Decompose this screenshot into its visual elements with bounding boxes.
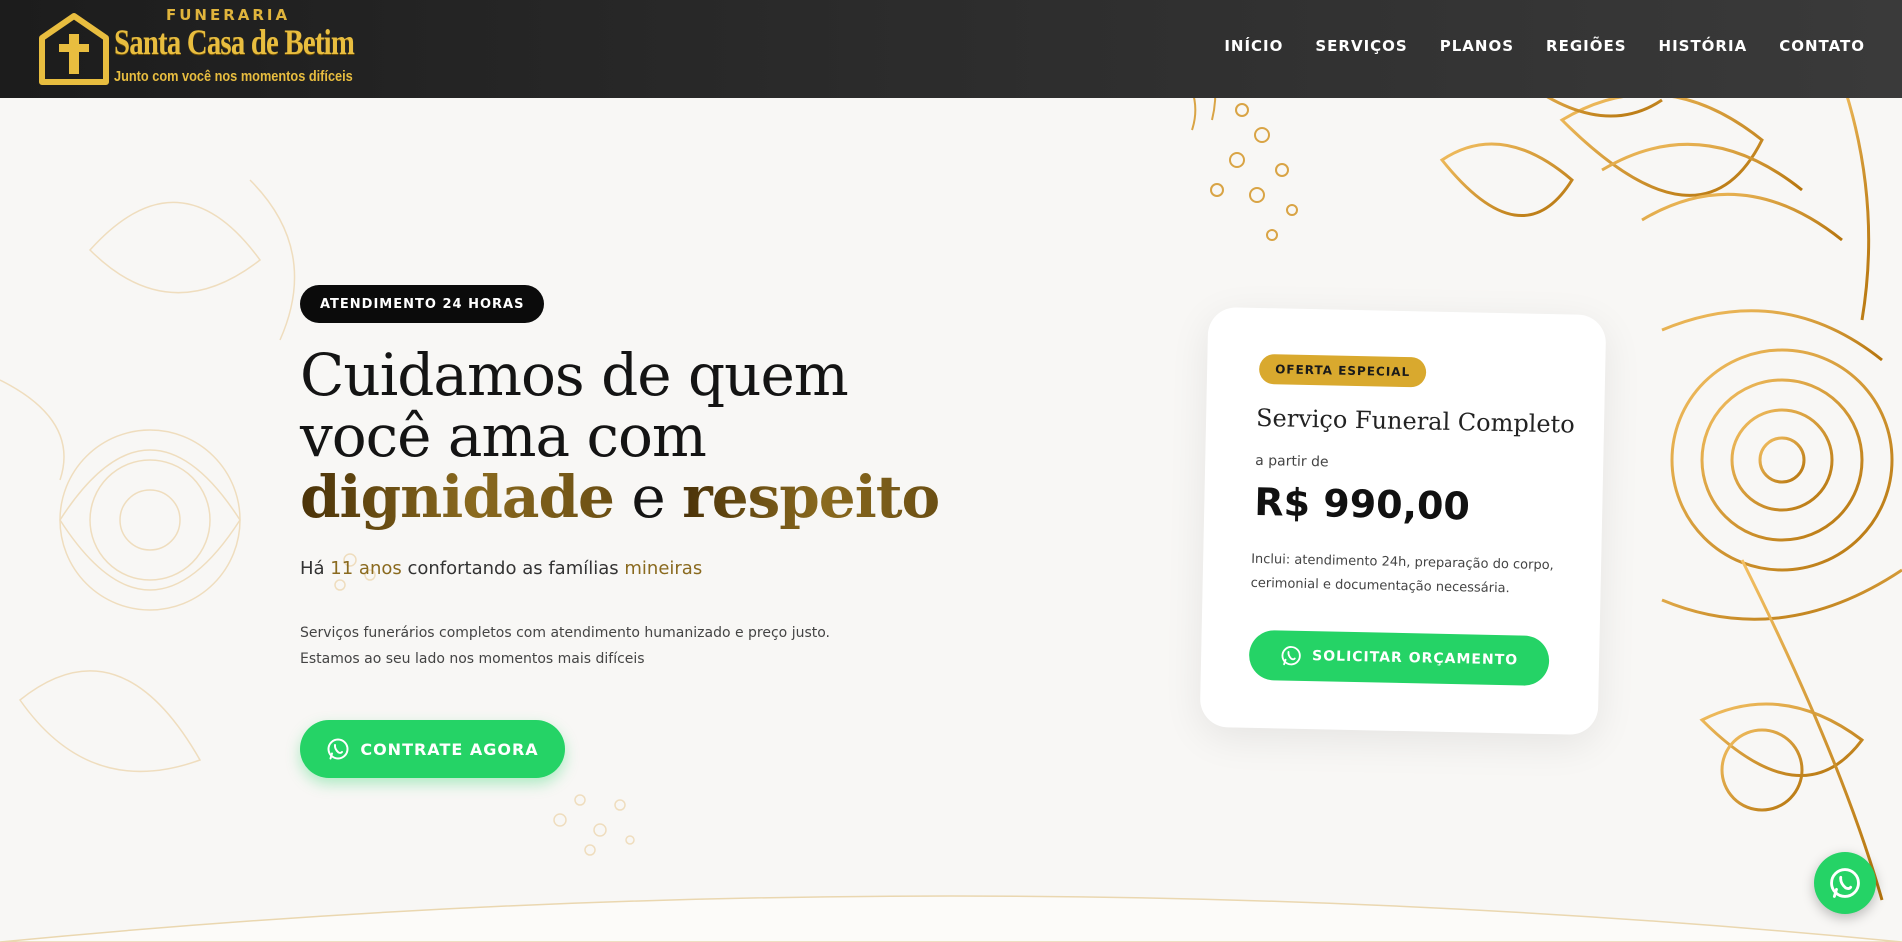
whatsapp-icon xyxy=(327,738,349,760)
nav-link-historia[interactable]: HISTÓRIA xyxy=(1659,37,1748,55)
whatsapp-icon xyxy=(1281,646,1301,666)
floating-whatsapp-button[interactable] xyxy=(1814,852,1876,914)
headline-line-1: Cuidamos de quem xyxy=(300,341,849,409)
whatsapp-icon xyxy=(1830,868,1860,898)
description-line-2: Estamos ao seu lado nos momentos mais di… xyxy=(300,651,645,667)
request-quote-label: SOLICITAR ORÇAMENTO xyxy=(1311,648,1519,669)
contract-now-button[interactable]: CONTRATE AGORA xyxy=(300,720,565,778)
subtitle-end: mineiras xyxy=(624,558,703,579)
nav-link-inicio[interactable]: INÍCIO xyxy=(1224,37,1283,55)
brand-name: Santa Casa de Betim xyxy=(114,22,355,62)
nav-link-servicos[interactable]: SERVIÇOS xyxy=(1315,37,1407,55)
headline-respect: respeito xyxy=(682,463,940,531)
offer-includes: Inclui: atendimento 24h, preparação do c… xyxy=(1250,551,1554,597)
cross-house-icon xyxy=(39,13,109,85)
brand-logo[interactable]: FUNERARIA Santa Casa de Betim Junto com … xyxy=(38,4,355,90)
nav-link-contato[interactable]: CONTATO xyxy=(1779,37,1865,55)
hero-headline: Cuidamos de quem você ama com dignidade … xyxy=(300,345,940,531)
headline-connector: e xyxy=(613,463,683,531)
special-offer-badge: OFERTA ESPECIAL xyxy=(1258,353,1427,388)
hero-description: Serviços funerários completos com atendi… xyxy=(300,620,860,672)
contract-now-label: CONTRATE AGORA xyxy=(360,739,539,759)
nav-link-regioes[interactable]: REGIÕES xyxy=(1546,37,1627,55)
headline-dignity: dignidade xyxy=(300,463,615,531)
description-line-1: Serviços funerários completos com atendi… xyxy=(300,625,831,641)
nav-link-planos[interactable]: PLANOS xyxy=(1440,37,1514,55)
hero-subtitle: Há 11 anos confortando as famílias minei… xyxy=(300,558,702,579)
brand-tagline: Junto com você nos momentos difíceis xyxy=(114,68,353,85)
subtitle-prefix: Há xyxy=(300,558,331,579)
request-quote-button[interactable]: SOLICITAR ORÇAMENTO xyxy=(1248,629,1550,687)
offer-card: OFERTA ESPECIAL Serviço Funeral Completo… xyxy=(1199,306,1607,736)
site-header: FUNERARIA Santa Casa de Betim Junto com … xyxy=(0,0,1902,98)
offer-title: Serviço Funeral Completo xyxy=(1255,403,1575,439)
subtitle-middle: confortando as famílias xyxy=(401,558,625,579)
main-nav: INÍCIO SERVIÇOS PLANOS REGIÕES HISTÓRIA … xyxy=(1224,37,1865,55)
hours-badge: ATENDIMENTO 24 HORAS xyxy=(300,285,545,323)
headline-line-2: você ama com xyxy=(300,402,707,470)
price-prefix: a partir de xyxy=(1255,452,1329,471)
section-divider-wave xyxy=(0,895,1902,942)
offer-price: R$ 990,00 xyxy=(1253,479,1471,529)
subtitle-years: 11 anos xyxy=(330,558,402,579)
